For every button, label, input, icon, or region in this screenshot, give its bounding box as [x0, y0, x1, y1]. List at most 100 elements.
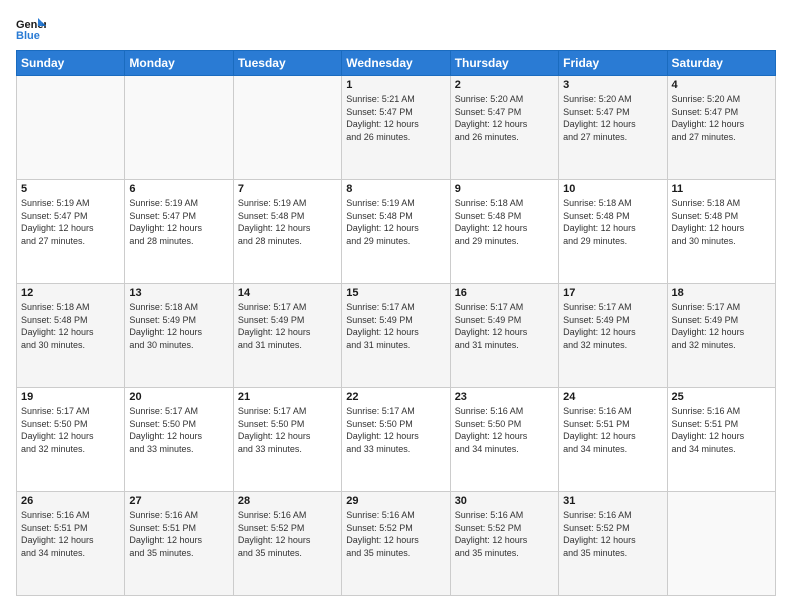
calendar-header-row: SundayMondayTuesdayWednesdayThursdayFrid…	[17, 51, 776, 76]
day-info: Sunrise: 5:18 AM Sunset: 5:48 PM Dayligh…	[563, 197, 662, 247]
weekday-header: Wednesday	[342, 51, 450, 76]
header: General Blue	[16, 16, 776, 40]
day-number: 13	[129, 287, 228, 299]
calendar-cell: 18 Sunrise: 5:17 AM Sunset: 5:49 PM Dayli…	[667, 284, 775, 388]
calendar-cell: 10 Sunrise: 5:18 AM Sunset: 5:48 PM Dayli…	[559, 180, 667, 284]
day-number: 1	[346, 79, 445, 91]
calendar-cell: 31 Sunrise: 5:16 AM Sunset: 5:52 PM Dayli…	[559, 492, 667, 596]
day-number: 14	[238, 287, 337, 299]
calendar-cell: 11 Sunrise: 5:18 AM Sunset: 5:48 PM Dayli…	[667, 180, 775, 284]
day-info: Sunrise: 5:21 AM Sunset: 5:47 PM Dayligh…	[346, 93, 445, 143]
day-number: 11	[672, 183, 771, 195]
day-info: Sunrise: 5:19 AM Sunset: 5:48 PM Dayligh…	[346, 197, 445, 247]
calendar-cell: 26 Sunrise: 5:16 AM Sunset: 5:51 PM Dayli…	[17, 492, 125, 596]
calendar-week-row: 26 Sunrise: 5:16 AM Sunset: 5:51 PM Dayli…	[17, 492, 776, 596]
day-number: 18	[672, 287, 771, 299]
calendar-cell: 19 Sunrise: 5:17 AM Sunset: 5:50 PM Dayli…	[17, 388, 125, 492]
calendar-cell: 21Sunrise: 5:17 AM Sunset: 5:50 PM Dayli…	[233, 388, 341, 492]
day-number: 9	[455, 183, 554, 195]
calendar-week-row: 1 Sunrise: 5:21 AM Sunset: 5:47 PM Daylig…	[17, 76, 776, 180]
weekday-header: Thursday	[450, 51, 558, 76]
calendar-cell: 24Sunrise: 5:16 AM Sunset: 5:51 PM Dayli…	[559, 388, 667, 492]
day-number: 6	[129, 183, 228, 195]
calendar-cell: 3Sunrise: 5:20 AM Sunset: 5:47 PM Daylig…	[559, 76, 667, 180]
day-number: 28	[238, 495, 337, 507]
calendar-cell: 23 Sunrise: 5:16 AM Sunset: 5:50 PM Dayli…	[450, 388, 558, 492]
calendar-cell: 16 Sunrise: 5:17 AM Sunset: 5:49 PM Dayli…	[450, 284, 558, 388]
day-number: 5	[21, 183, 120, 195]
calendar-cell: 22 Sunrise: 5:17 AM Sunset: 5:50 PM Dayli…	[342, 388, 450, 492]
day-number: 8	[346, 183, 445, 195]
day-info: Sunrise: 5:17 AM Sunset: 5:50 PM Dayligh…	[21, 405, 120, 455]
page: General Blue SundayMondayTuesdayWednesda…	[0, 0, 792, 612]
calendar-table: SundayMondayTuesdayWednesdayThursdayFrid…	[16, 50, 776, 596]
day-info: Sunrise: 5:20 AM Sunset: 5:47 PM Dayligh…	[672, 93, 771, 143]
day-number: 17	[563, 287, 662, 299]
day-info: Sunrise: 5:20 AM Sunset: 5:47 PM Dayligh…	[455, 93, 554, 143]
day-info: Sunrise: 5:16 AM Sunset: 5:52 PM Dayligh…	[238, 509, 337, 559]
logo-icon: General Blue	[16, 16, 46, 40]
calendar-week-row: 12 Sunrise: 5:18 AM Sunset: 5:48 PM Dayli…	[17, 284, 776, 388]
day-info: Sunrise: 5:20 AM Sunset: 5:47 PM Dayligh…	[563, 93, 662, 143]
day-info: Sunrise: 5:19 AM Sunset: 5:47 PM Dayligh…	[21, 197, 120, 247]
day-info: Sunrise: 5:17 AM Sunset: 5:49 PM Dayligh…	[672, 301, 771, 351]
calendar-cell: 14 Sunrise: 5:17 AM Sunset: 5:49 PM Dayli…	[233, 284, 341, 388]
day-info: Sunrise: 5:19 AM Sunset: 5:48 PM Dayligh…	[238, 197, 337, 247]
day-info: Sunrise: 5:17 AM Sunset: 5:49 PM Dayligh…	[563, 301, 662, 351]
day-number: 21	[238, 391, 337, 403]
day-number: 2	[455, 79, 554, 91]
day-number: 10	[563, 183, 662, 195]
calendar-cell: 20 Sunrise: 5:17 AM Sunset: 5:50 PM Dayli…	[125, 388, 233, 492]
day-number: 23	[455, 391, 554, 403]
calendar-cell: 13 Sunrise: 5:18 AM Sunset: 5:49 PM Dayli…	[125, 284, 233, 388]
day-number: 19	[21, 391, 120, 403]
day-number: 4	[672, 79, 771, 91]
calendar-cell: 5 Sunrise: 5:19 AM Sunset: 5:47 PM Daylig…	[17, 180, 125, 284]
svg-text:Blue: Blue	[16, 30, 40, 40]
day-info: Sunrise: 5:18 AM Sunset: 5:48 PM Dayligh…	[455, 197, 554, 247]
calendar-cell: 4 Sunrise: 5:20 AM Sunset: 5:47 PM Daylig…	[667, 76, 775, 180]
day-number: 20	[129, 391, 228, 403]
day-info: Sunrise: 5:16 AM Sunset: 5:51 PM Dayligh…	[672, 405, 771, 455]
weekday-header: Monday	[125, 51, 233, 76]
day-info: Sunrise: 5:16 AM Sunset: 5:52 PM Dayligh…	[563, 509, 662, 559]
day-info: Sunrise: 5:18 AM Sunset: 5:48 PM Dayligh…	[672, 197, 771, 247]
calendar-cell: 1 Sunrise: 5:21 AM Sunset: 5:47 PM Daylig…	[342, 76, 450, 180]
day-info: Sunrise: 5:18 AM Sunset: 5:48 PM Dayligh…	[21, 301, 120, 351]
day-number: 26	[21, 495, 120, 507]
calendar-cell: 2 Sunrise: 5:20 AM Sunset: 5:47 PM Daylig…	[450, 76, 558, 180]
weekday-header: Friday	[559, 51, 667, 76]
day-info: Sunrise: 5:17 AM Sunset: 5:49 PM Dayligh…	[455, 301, 554, 351]
day-number: 7	[238, 183, 337, 195]
day-number: 24	[563, 391, 662, 403]
day-number: 16	[455, 287, 554, 299]
calendar-cell: 17 Sunrise: 5:17 AM Sunset: 5:49 PM Dayli…	[559, 284, 667, 388]
calendar-cell	[17, 76, 125, 180]
day-number: 22	[346, 391, 445, 403]
day-info: Sunrise: 5:17 AM Sunset: 5:49 PM Dayligh…	[238, 301, 337, 351]
day-info: Sunrise: 5:18 AM Sunset: 5:49 PM Dayligh…	[129, 301, 228, 351]
calendar-week-row: 19 Sunrise: 5:17 AM Sunset: 5:50 PM Dayli…	[17, 388, 776, 492]
calendar-cell: 27Sunrise: 5:16 AM Sunset: 5:51 PM Dayli…	[125, 492, 233, 596]
weekday-header: Tuesday	[233, 51, 341, 76]
calendar-cell	[125, 76, 233, 180]
day-info: Sunrise: 5:17 AM Sunset: 5:50 PM Dayligh…	[129, 405, 228, 455]
calendar-cell	[667, 492, 775, 596]
calendar-cell: 8 Sunrise: 5:19 AM Sunset: 5:48 PM Daylig…	[342, 180, 450, 284]
weekday-header: Sunday	[17, 51, 125, 76]
day-info: Sunrise: 5:16 AM Sunset: 5:50 PM Dayligh…	[455, 405, 554, 455]
day-info: Sunrise: 5:16 AM Sunset: 5:51 PM Dayligh…	[21, 509, 120, 559]
day-number: 29	[346, 495, 445, 507]
day-info: Sunrise: 5:16 AM Sunset: 5:52 PM Dayligh…	[346, 509, 445, 559]
calendar-cell: 15Sunrise: 5:17 AM Sunset: 5:49 PM Dayli…	[342, 284, 450, 388]
weekday-header: Saturday	[667, 51, 775, 76]
day-info: Sunrise: 5:16 AM Sunset: 5:52 PM Dayligh…	[455, 509, 554, 559]
calendar-cell	[233, 76, 341, 180]
day-number: 31	[563, 495, 662, 507]
calendar-cell: 6Sunrise: 5:19 AM Sunset: 5:47 PM Daylig…	[125, 180, 233, 284]
calendar-cell: 7 Sunrise: 5:19 AM Sunset: 5:48 PM Daylig…	[233, 180, 341, 284]
calendar-cell: 30Sunrise: 5:16 AM Sunset: 5:52 PM Dayli…	[450, 492, 558, 596]
day-number: 12	[21, 287, 120, 299]
day-info: Sunrise: 5:17 AM Sunset: 5:50 PM Dayligh…	[346, 405, 445, 455]
logo: General Blue	[16, 16, 50, 40]
